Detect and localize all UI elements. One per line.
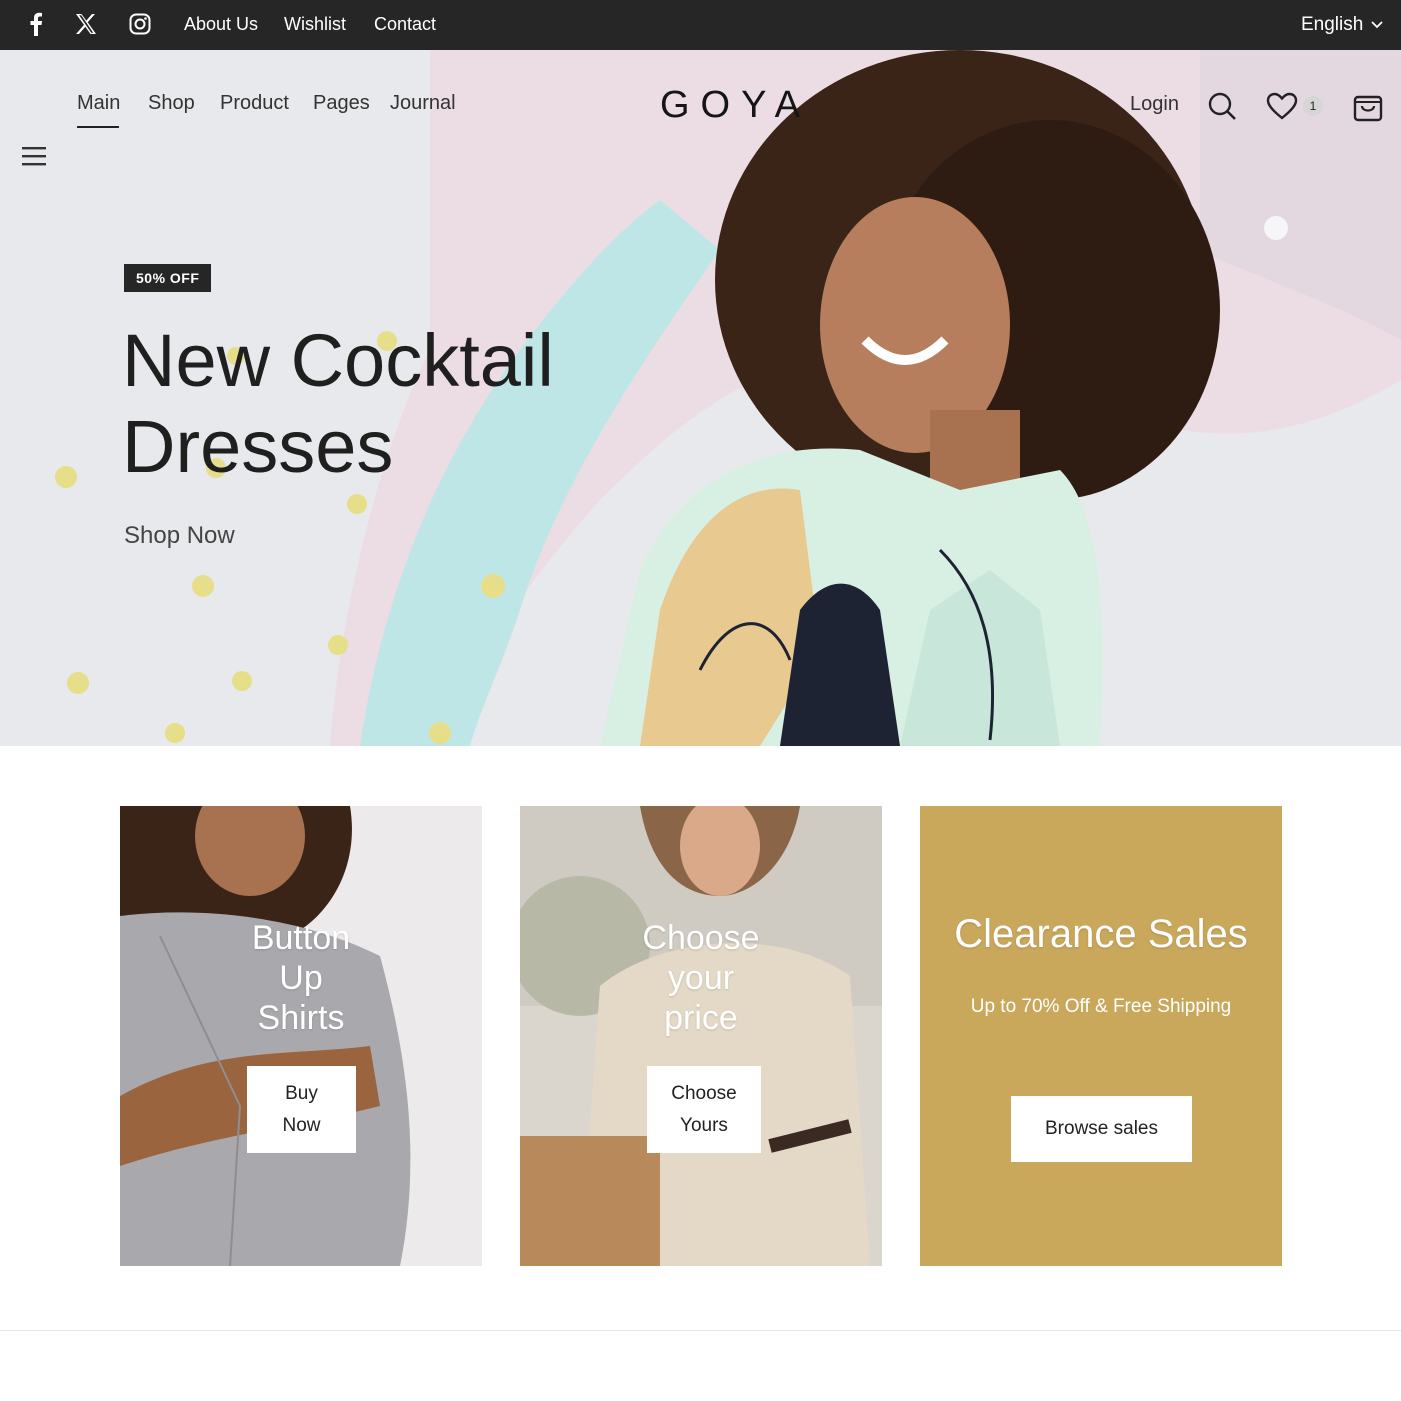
facebook-icon[interactable] — [22, 10, 50, 38]
nav-journal[interactable]: Journal — [390, 92, 456, 115]
nav-main[interactable]: Main — [77, 92, 120, 115]
card-title-price: Choose your price — [520, 918, 882, 1038]
card-title-shirts: Button Up Shirts — [120, 918, 482, 1038]
hero-title-line-1: New Cocktail — [122, 319, 554, 402]
wishlist-count-badge: 1 — [1303, 96, 1323, 116]
nav-active-underline — [77, 126, 119, 128]
instagram-icon[interactable] — [126, 10, 154, 38]
card-title-line: Choose — [642, 919, 760, 957]
choose-yours-button[interactable]: Choose Yours — [647, 1066, 761, 1153]
card-title-line: your — [667, 959, 735, 997]
wishlist-heart-icon[interactable] — [1266, 92, 1298, 120]
hamburger-menu-icon[interactable] — [20, 142, 48, 170]
button-label-line: Choose — [671, 1082, 737, 1104]
card-title-line: price — [664, 999, 738, 1037]
about-us-link[interactable]: About Us — [184, 14, 258, 35]
nav-pages[interactable]: Pages — [313, 92, 370, 115]
language-label: English — [1301, 14, 1364, 35]
card-title-line: Up — [279, 959, 323, 997]
promo-card-shirts[interactable]: Button Up Shirts Buy Now — [120, 806, 482, 1266]
nav-shop[interactable]: Shop — [148, 92, 195, 115]
hero-title: New Cocktail Dresses — [122, 318, 642, 490]
button-label-line: Buy — [285, 1082, 318, 1104]
site-logo[interactable]: GOYA — [660, 84, 811, 127]
wishlist-link[interactable]: Wishlist — [284, 14, 346, 35]
login-link[interactable]: Login — [1130, 93, 1179, 116]
x-twitter-icon[interactable] — [72, 10, 100, 38]
button-label-line: Yours — [680, 1114, 728, 1136]
clearance-title: Clearance Sales — [954, 912, 1248, 956]
shopping-bag-icon[interactable] — [1353, 90, 1383, 122]
nav-product[interactable]: Product — [220, 92, 289, 115]
promo-card-clearance[interactable]: Clearance Sales Up to 70% Off & Free Shi… — [920, 806, 1282, 1266]
shop-now-link[interactable]: Shop Now — [124, 522, 235, 550]
card-title-line: Button — [251, 919, 351, 957]
buy-now-button[interactable]: Buy Now — [247, 1066, 356, 1153]
hero-title-line-2: Dresses — [122, 405, 394, 488]
button-label-line: Now — [282, 1114, 321, 1136]
promo-card-price[interactable]: Choose your price Choose Yours — [520, 806, 882, 1266]
chevron-down-icon — [1371, 21, 1383, 29]
language-selector[interactable]: English — [1301, 14, 1383, 36]
clearance-subtitle: Up to 70% Off & Free Shipping — [970, 996, 1232, 1017]
card-title-line: Shirts — [257, 999, 345, 1037]
contact-link[interactable]: Contact — [374, 14, 436, 35]
section-divider — [0, 1330, 1401, 1331]
search-icon[interactable] — [1207, 91, 1237, 121]
top-bar: About Us Wishlist Contact English — [0, 0, 1401, 50]
browse-sales-button[interactable]: Browse sales — [1011, 1096, 1192, 1162]
discount-badge: 50% OFF — [124, 264, 212, 292]
